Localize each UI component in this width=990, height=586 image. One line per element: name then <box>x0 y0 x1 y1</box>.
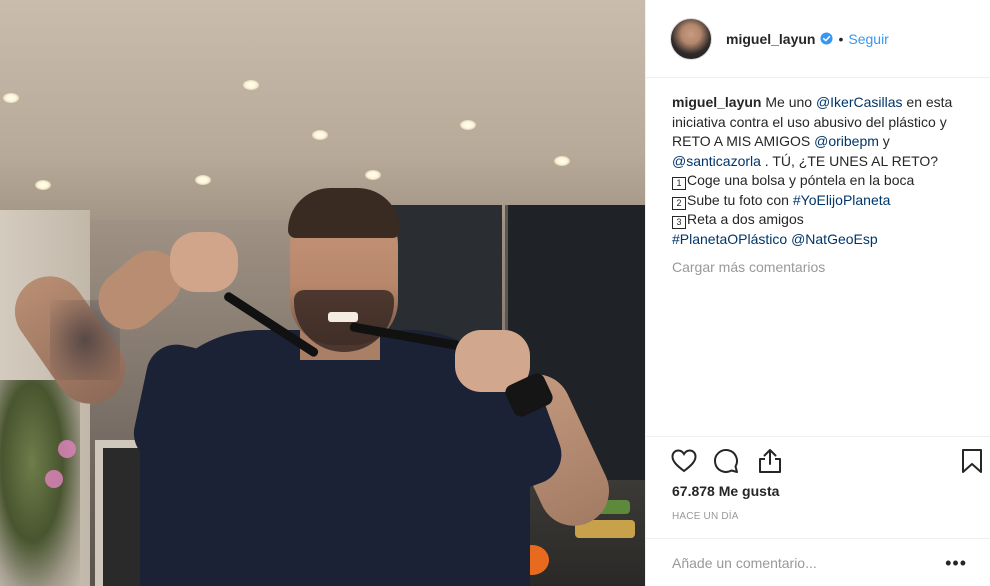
caption-text: en esta <box>902 94 953 110</box>
keycap-number-icon: 1 <box>672 177 686 190</box>
caption-text: Sube tu foto con <box>687 191 793 208</box>
ceiling <box>0 0 645 220</box>
flower <box>45 470 63 488</box>
follow-button[interactable]: Seguir <box>848 31 888 47</box>
action-bar <box>646 436 990 484</box>
comment-bubble-icon[interactable] <box>712 447 740 475</box>
post-header: miguel_layun • Seguir <box>646 0 990 78</box>
plant <box>0 380 80 586</box>
caption-text: Reta a dos amigos <box>687 211 804 227</box>
ceiling-light <box>3 93 19 103</box>
keycap-number-icon: 2 <box>672 196 686 210</box>
mention-link[interactable]: @NatGeoEsp <box>791 231 878 247</box>
caption-text: Me uno <box>765 94 816 110</box>
avatar[interactable] <box>670 17 712 60</box>
heart-icon[interactable] <box>670 447 698 475</box>
caption-line: iniciativa contra el uso abusivo del plá… <box>672 113 972 133</box>
comment-input[interactable] <box>672 554 946 571</box>
share-icon[interactable] <box>756 447 784 475</box>
ceiling-light <box>460 120 476 130</box>
caption: miguel_layun Me uno @IkerCasillas en est… <box>672 93 972 249</box>
ceiling-light <box>243 80 259 90</box>
post-sidebar: miguel_layun • Seguir miguel_layun Me un… <box>645 0 990 586</box>
caption-line: RETO A MIS AMIGOS @oribepm y <box>672 132 972 152</box>
ceiling-light <box>35 180 51 190</box>
caption-text: Coge una bolsa y póntela en la boca <box>687 172 915 188</box>
hashtag-link[interactable]: #YoElijoPlaneta <box>793 192 891 208</box>
ceiling-light <box>365 170 381 180</box>
bookmark-icon[interactable] <box>958 447 986 475</box>
teeth <box>328 312 358 322</box>
ceiling-light <box>195 175 211 185</box>
caption-text: y <box>878 133 890 149</box>
caption-text: RETO A MIS AMIGOS <box>672 133 815 149</box>
keycap-number-icon: 3 <box>672 216 686 229</box>
header-username[interactable]: miguel_layun <box>726 31 815 47</box>
ceiling-light <box>554 156 570 166</box>
verified-badge-icon <box>820 32 834 45</box>
caption-line: 3 Reta a dos amigos <box>672 210 972 230</box>
caption-username[interactable]: miguel_layun <box>672 94 761 110</box>
likes-count[interactable]: 67.878 Me gusta <box>672 483 779 499</box>
caption-line: @santicazorla . TÚ, ¿TE UNES AL RETO? <box>672 152 972 172</box>
load-more-comments-button[interactable]: Cargar más comentarios <box>672 259 825 275</box>
post-photo[interactable] <box>0 0 645 586</box>
flower <box>58 440 76 458</box>
post-timestamp[interactable]: HACE UN DÍA <box>672 511 739 522</box>
more-options-button[interactable]: ••• <box>945 554 967 572</box>
caption-line: 1 Coge una bolsa y póntela en la boca <box>672 171 972 191</box>
mention-link[interactable]: @santicazorla <box>672 153 761 169</box>
mention-link[interactable]: @IkerCasillas <box>816 94 903 110</box>
caption-line: 2 Sube tu foto con #YoElijoPlaneta <box>672 191 972 211</box>
caption-text: . TÚ, ¿TE UNES AL RETO? <box>760 152 939 169</box>
caption-line: miguel_layun Me uno @IkerCasillas en est… <box>672 93 972 113</box>
left-fist <box>170 232 238 292</box>
mention-link[interactable]: @oribepm <box>814 133 879 149</box>
comment-box: ••• <box>646 538 990 586</box>
caption-line: #PlanetaOPlástico @NatGeoEsp <box>672 230 972 250</box>
separator-dot: • <box>838 30 844 47</box>
ceiling-light <box>312 130 328 140</box>
hashtag-link[interactable]: #PlanetaOPlástico <box>672 231 787 247</box>
caption-text: iniciativa contra el uso abusivo del plá… <box>672 113 947 130</box>
